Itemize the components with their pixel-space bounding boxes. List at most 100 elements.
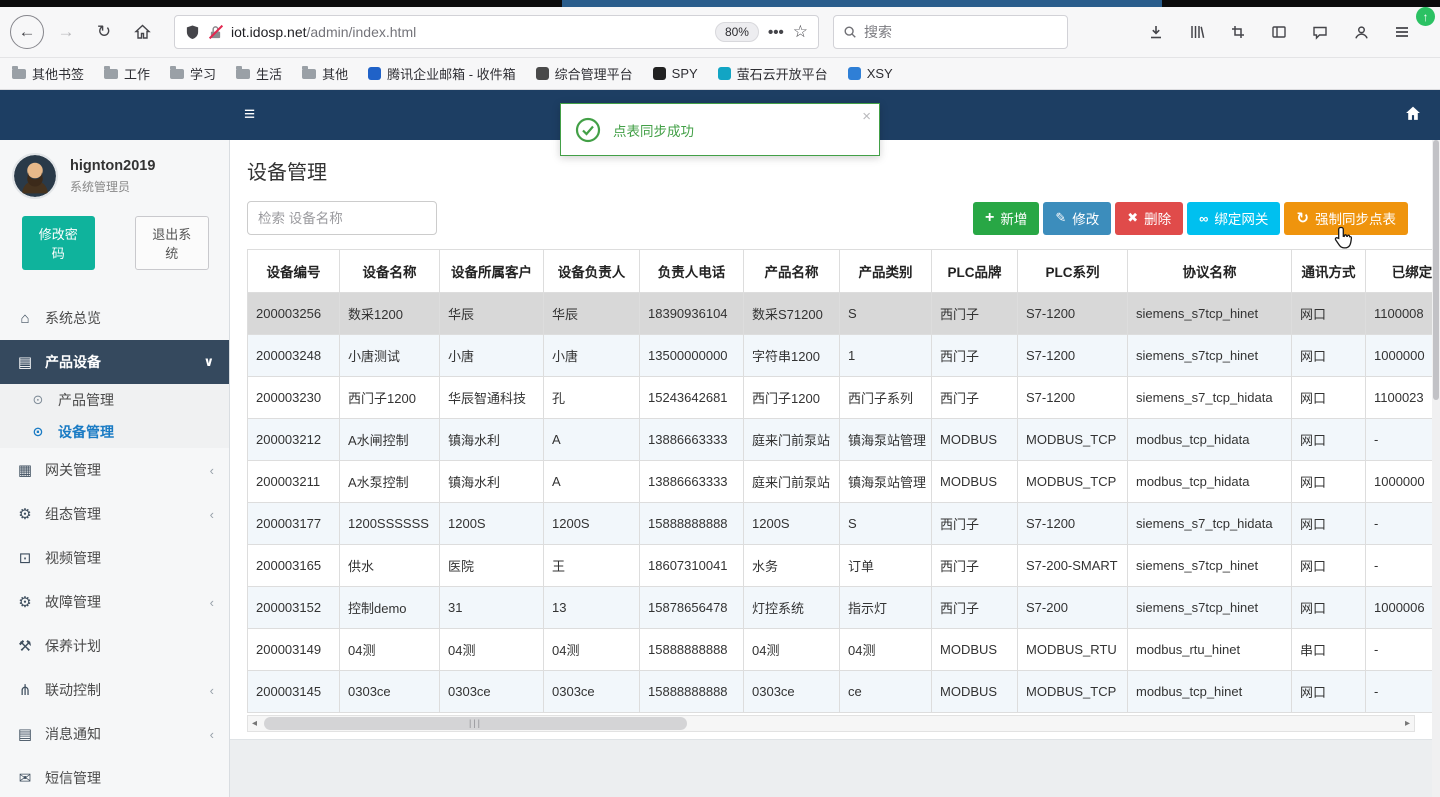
vertical-scrollbar[interactable] <box>1432 140 1440 797</box>
sidebar-item-gateway-management[interactable]: 网关管理 ‹ <box>0 448 229 492</box>
menu-label: 短信管理 <box>45 770 101 786</box>
sidebar-toggle-icon[interactable]: ≡ <box>244 104 255 126</box>
button-label: 新增 <box>1000 212 1028 227</box>
table-row[interactable]: 200003145 0303ce 0303ce 0303ce 15888888888 03… <box>247 670 1432 713</box>
downloads-icon[interactable] <box>1142 18 1170 46</box>
home-button[interactable] <box>126 16 158 48</box>
table-cell: 网口 <box>1291 376 1366 419</box>
column-header[interactable]: 已绑定网关 <box>1365 249 1432 293</box>
table-row[interactable]: 200003212 A水闸控制 镇海水利 A 13886663333 庭来门前泵站 镇海泵站… <box>247 418 1432 461</box>
column-header[interactable]: 设备名称 <box>339 249 440 293</box>
table-cell: 庭来门前泵站 <box>743 418 840 461</box>
scroll-right-icon[interactable]: ▸ <box>1405 718 1410 729</box>
pocket-bubble-icon[interactable] <box>1306 18 1334 46</box>
site-favicon <box>717 67 731 80</box>
sidebar-item-fault-management[interactable]: 故障管理 ‹ <box>0 580 229 624</box>
bookmark-xsy[interactable]: XSY <box>847 66 893 81</box>
page-actions-icon[interactable]: ••• <box>768 24 784 41</box>
sidebars-icon[interactable] <box>1265 18 1293 46</box>
sidebar-item-sms-management[interactable]: 短信管理 <box>0 756 229 797</box>
table-row[interactable]: 200003211 A水泵控制 镇海水利 A 13886663333 庭来门前泵站 镇海泵站… <box>247 460 1432 503</box>
user-actions: 修改密码 退出系统 <box>0 207 229 288</box>
sidebar-item-video-management[interactable]: 视频管理 <box>0 536 229 580</box>
add-button[interactable]: 新增 <box>972 201 1040 235</box>
bookmark-misc[interactable]: 其他 <box>302 64 348 83</box>
bookmark-tencent-exmail[interactable]: 腾讯企业邮箱 - 收件箱 <box>368 64 516 83</box>
bookmark-study[interactable]: 学习 <box>170 64 216 83</box>
bookmark-mgmt-platform[interactable]: 综合管理平台 <box>535 64 633 83</box>
delete-button[interactable]: 删除 <box>1115 201 1184 235</box>
sidebar-item-system-overview[interactable]: 系统总览 <box>0 296 229 340</box>
dot-icon <box>28 424 48 440</box>
column-header[interactable]: 通讯方式 <box>1291 249 1366 293</box>
account-icon[interactable] <box>1347 18 1375 46</box>
menu-hamburger-icon[interactable] <box>1388 18 1416 46</box>
table-cell: 04测 <box>439 628 544 671</box>
library-icon[interactable] <box>1183 18 1211 46</box>
site-favicon <box>847 67 861 80</box>
sidebar-item-product-management[interactable]: 产品管理 <box>0 384 229 416</box>
insecure-lock-icon[interactable] <box>208 24 224 40</box>
sidebar-item-maintenance-plan[interactable]: 保养计划 <box>0 624 229 668</box>
screenshot-icon[interactable] <box>1224 18 1252 46</box>
logout-button[interactable]: 退出系统 <box>134 216 209 270</box>
change-password-button[interactable]: 修改密码 <box>22 216 95 270</box>
column-header[interactable]: 设备所属客户 <box>439 249 544 293</box>
table-row[interactable]: 200003152 控制demo 31 13 15878656478 灯控系统 指示灯 西门子… <box>247 586 1432 629</box>
vertical-scrollbar-thumb[interactable] <box>1433 140 1439 400</box>
scrollbar-thumb[interactable]: ||| <box>264 717 687 730</box>
table-row[interactable]: 200003230 西门子1200 华辰智通科技孔 15243642681 西门子120… <box>247 376 1432 419</box>
device-search-input[interactable] <box>247 201 437 235</box>
table-cell: MODBUS_TCP <box>1017 460 1128 503</box>
sidebar-item-scada-management[interactable]: 组态管理 ‹ <box>0 492 229 536</box>
column-header[interactable]: 负责人电话 <box>639 249 744 293</box>
edit-button[interactable]: 修改 <box>1043 201 1112 235</box>
sidebar-item-linkage-control[interactable]: 联动控制 ‹ <box>0 668 229 712</box>
horizontal-scrollbar[interactable]: ◂ ||| ▸ <box>247 715 1415 732</box>
table-cell: 西门子 <box>931 502 1018 545</box>
column-header[interactable]: 产品名称 <box>743 249 840 293</box>
forward-button[interactable]: → <box>50 16 82 48</box>
zoom-indicator[interactable]: 80% <box>714 22 759 42</box>
bookmark-other-bookmarks[interactable]: 其他书签 <box>12 64 84 83</box>
search-input[interactable] <box>864 24 1034 40</box>
reload-button[interactable]: ↻ <box>88 16 120 48</box>
column-header[interactable]: 设备编号 <box>247 249 340 293</box>
bookmark-spy[interactable]: SPY <box>652 66 698 81</box>
link-icon <box>1199 211 1208 226</box>
back-button[interactable]: ← <box>10 15 44 49</box>
bookmark-work[interactable]: 工作 <box>104 64 150 83</box>
close-icon[interactable]: × <box>862 108 871 125</box>
bookmark-label: XSY <box>866 66 893 81</box>
sidebar-item-message-notify[interactable]: 消息通知 ‹ <box>0 712 229 756</box>
table-row[interactable]: 200003256 数采1200 华辰 华辰 18390936104 数采S71200 S 西… <box>247 292 1432 335</box>
sidebar-item-device-management[interactable]: 设备管理 <box>0 416 229 448</box>
column-header[interactable]: PLC系列 <box>1017 249 1128 293</box>
table-row[interactable]: 200003165 供水 医院王 18607310041 水务 订单 西门子 S7-200-S… <box>247 544 1432 587</box>
sidebar-item-product-device[interactable]: 产品设备 ∨ <box>0 340 229 384</box>
table-cell: A <box>543 460 640 503</box>
app-home-icon[interactable] <box>1404 105 1422 127</box>
table-cell: S7-1200 <box>1017 502 1128 545</box>
column-header[interactable]: 协议名称 <box>1127 249 1292 293</box>
bookmark-ys7-open[interactable]: 萤石云开放平台 <box>717 64 828 83</box>
address-bar[interactable]: iot.idosp.net/admin/index.html 80% ••• ☆ <box>174 15 819 49</box>
tracking-shield-icon[interactable] <box>185 24 200 40</box>
table-cell: siemens_s7tcp_hinet <box>1127 334 1292 377</box>
table-row[interactable]: 200003248 小唐测试 小唐 小唐 13500000000 字符串1200 1 西门子 S… <box>247 334 1432 377</box>
bookmark-life[interactable]: 生活 <box>236 64 282 83</box>
bookmark-star-icon[interactable]: ☆ <box>793 22 808 42</box>
table-cell: siemens_s7tcp_hinet <box>1127 544 1292 587</box>
bind-gateway-button[interactable]: 绑定网关 <box>1187 201 1281 235</box>
table-cell: 庭来门前泵站 <box>743 460 840 503</box>
column-header[interactable]: PLC品牌 <box>931 249 1018 293</box>
search-bar[interactable] <box>833 15 1068 49</box>
column-header[interactable]: 设备负责人 <box>543 249 640 293</box>
table-cell: 网口 <box>1291 502 1366 545</box>
table-row[interactable]: 200003149 04测 04测 04测 15888888888 04测 04测 MODBU… <box>247 628 1432 671</box>
update-available-badge[interactable]: ↑ <box>1416 7 1435 26</box>
column-header[interactable]: 产品类别 <box>839 249 932 293</box>
home-icon <box>15 310 35 327</box>
scroll-left-icon[interactable]: ◂ <box>252 718 257 729</box>
table-row[interactable]: 200003177 1200SSSSSS 1200S 1200S 15888888888… <box>247 502 1432 545</box>
